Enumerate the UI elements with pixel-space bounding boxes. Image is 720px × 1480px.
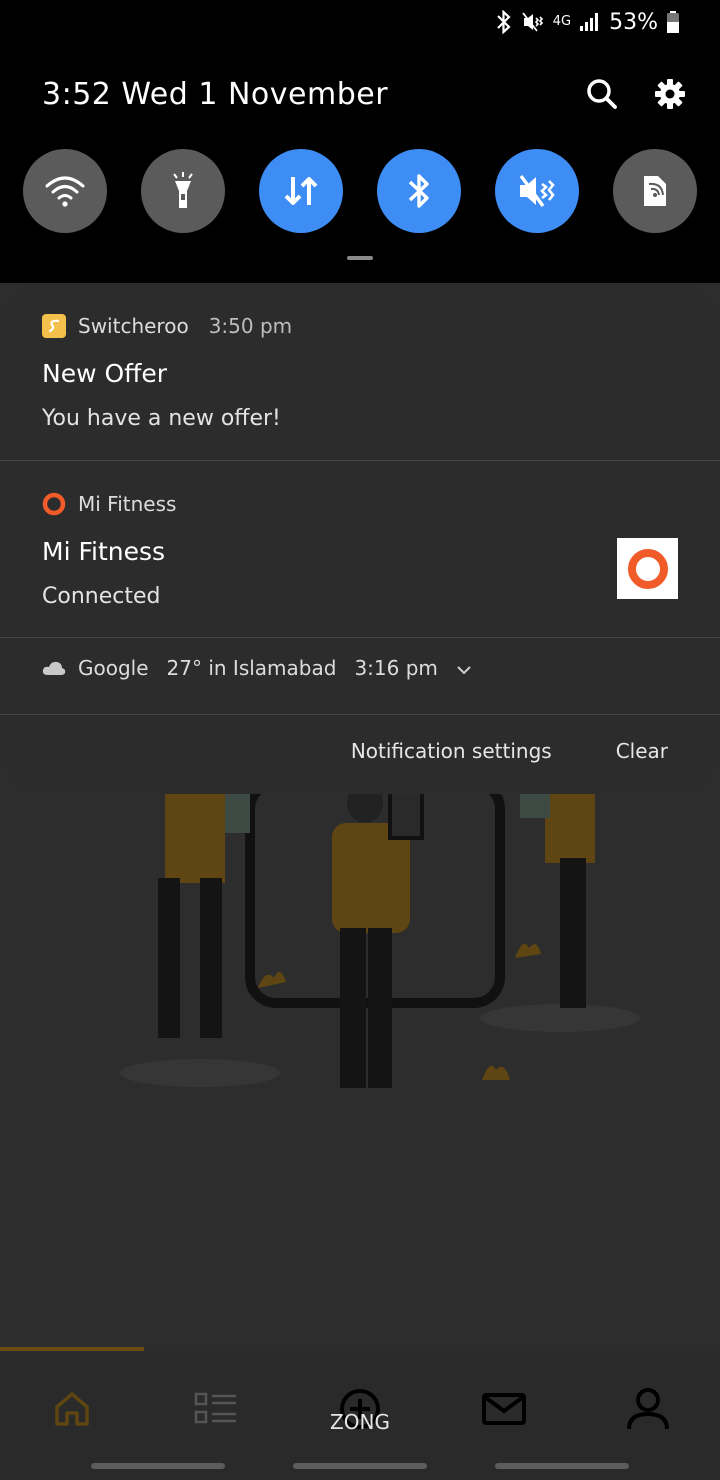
notification-switcheroo[interactable]: Switcheroo 3:50 pm New Offer You have a … [0,283,720,461]
mobile-data-toggle[interactable] [259,149,343,233]
screen-cast-icon [644,176,666,206]
sound-mode-toggle[interactable] [495,149,579,233]
notification-time: 3:50 pm [208,314,293,338]
notification-header: Mi Fitness [42,492,176,516]
notification-body: Connected [42,584,161,609]
mobile-data-icon [284,177,318,205]
battery-icon [667,11,679,33]
drag-handle[interactable] [347,256,373,260]
settings-gear-icon[interactable] [648,72,692,116]
carrier-label: ZONG [330,1410,390,1434]
bluetooth-icon [408,174,429,208]
switcheroo-app-icon [42,314,66,338]
clear-button[interactable]: Clear [616,739,668,763]
panel-header: 3:52 Wed 1 November [42,72,692,116]
notification-mi-fitness[interactable]: Mi Fitness Mi Fitness Connected [0,461,720,638]
notification-body: You have a new offer! [42,406,281,431]
bluetooth-icon [496,10,511,34]
network-type: 4G [552,14,572,29]
signal-icon [580,13,599,31]
gesture-bar-right[interactable] [495,1463,629,1469]
weather-summary: 27° in Islamabad [166,656,337,680]
notification-panel: Switcheroo 3:50 pm New Offer You have a … [0,283,720,794]
wifi-toggle[interactable] [23,149,107,233]
wifi-icon [45,176,85,207]
vibrate-icon [519,174,555,208]
vibrate-icon [522,12,543,32]
notification-title: Mi Fitness [42,537,166,566]
google-weather-row: Google 27° in Islamabad 3:16 pm [42,638,472,698]
battery-percent: 53% [609,9,658,35]
app-name: Google [78,656,149,680]
notification-title: New Offer [42,359,168,388]
flashlight-icon [173,172,193,208]
panel-actions: Notification settings Clear [351,739,668,763]
expand-chevron-icon[interactable] [456,656,472,680]
notification-header: Switcheroo 3:50 pm [42,314,292,338]
notification-settings-button[interactable]: Notification settings [351,739,552,763]
bluetooth-toggle[interactable] [377,149,461,233]
quick-settings-toggles [23,149,697,233]
flashlight-toggle[interactable] [141,149,225,233]
mi-fitness-thumbnail [617,538,678,599]
app-name: Mi Fitness [78,492,177,516]
people-illustration [120,783,640,1088]
gesture-bar-center[interactable] [293,1463,427,1469]
notification-time: 3:16 pm [354,656,438,680]
search-icon[interactable] [580,72,624,116]
gesture-bar-left[interactable] [91,1463,225,1469]
screen-cast-toggle[interactable] [613,149,697,233]
date-time: 3:52 Wed 1 November [42,76,389,112]
status-bar: 4G 53% [495,8,680,36]
mi-fitness-app-icon [42,492,66,516]
app-name: Switcheroo [78,314,189,338]
cloud-icon [42,656,66,680]
